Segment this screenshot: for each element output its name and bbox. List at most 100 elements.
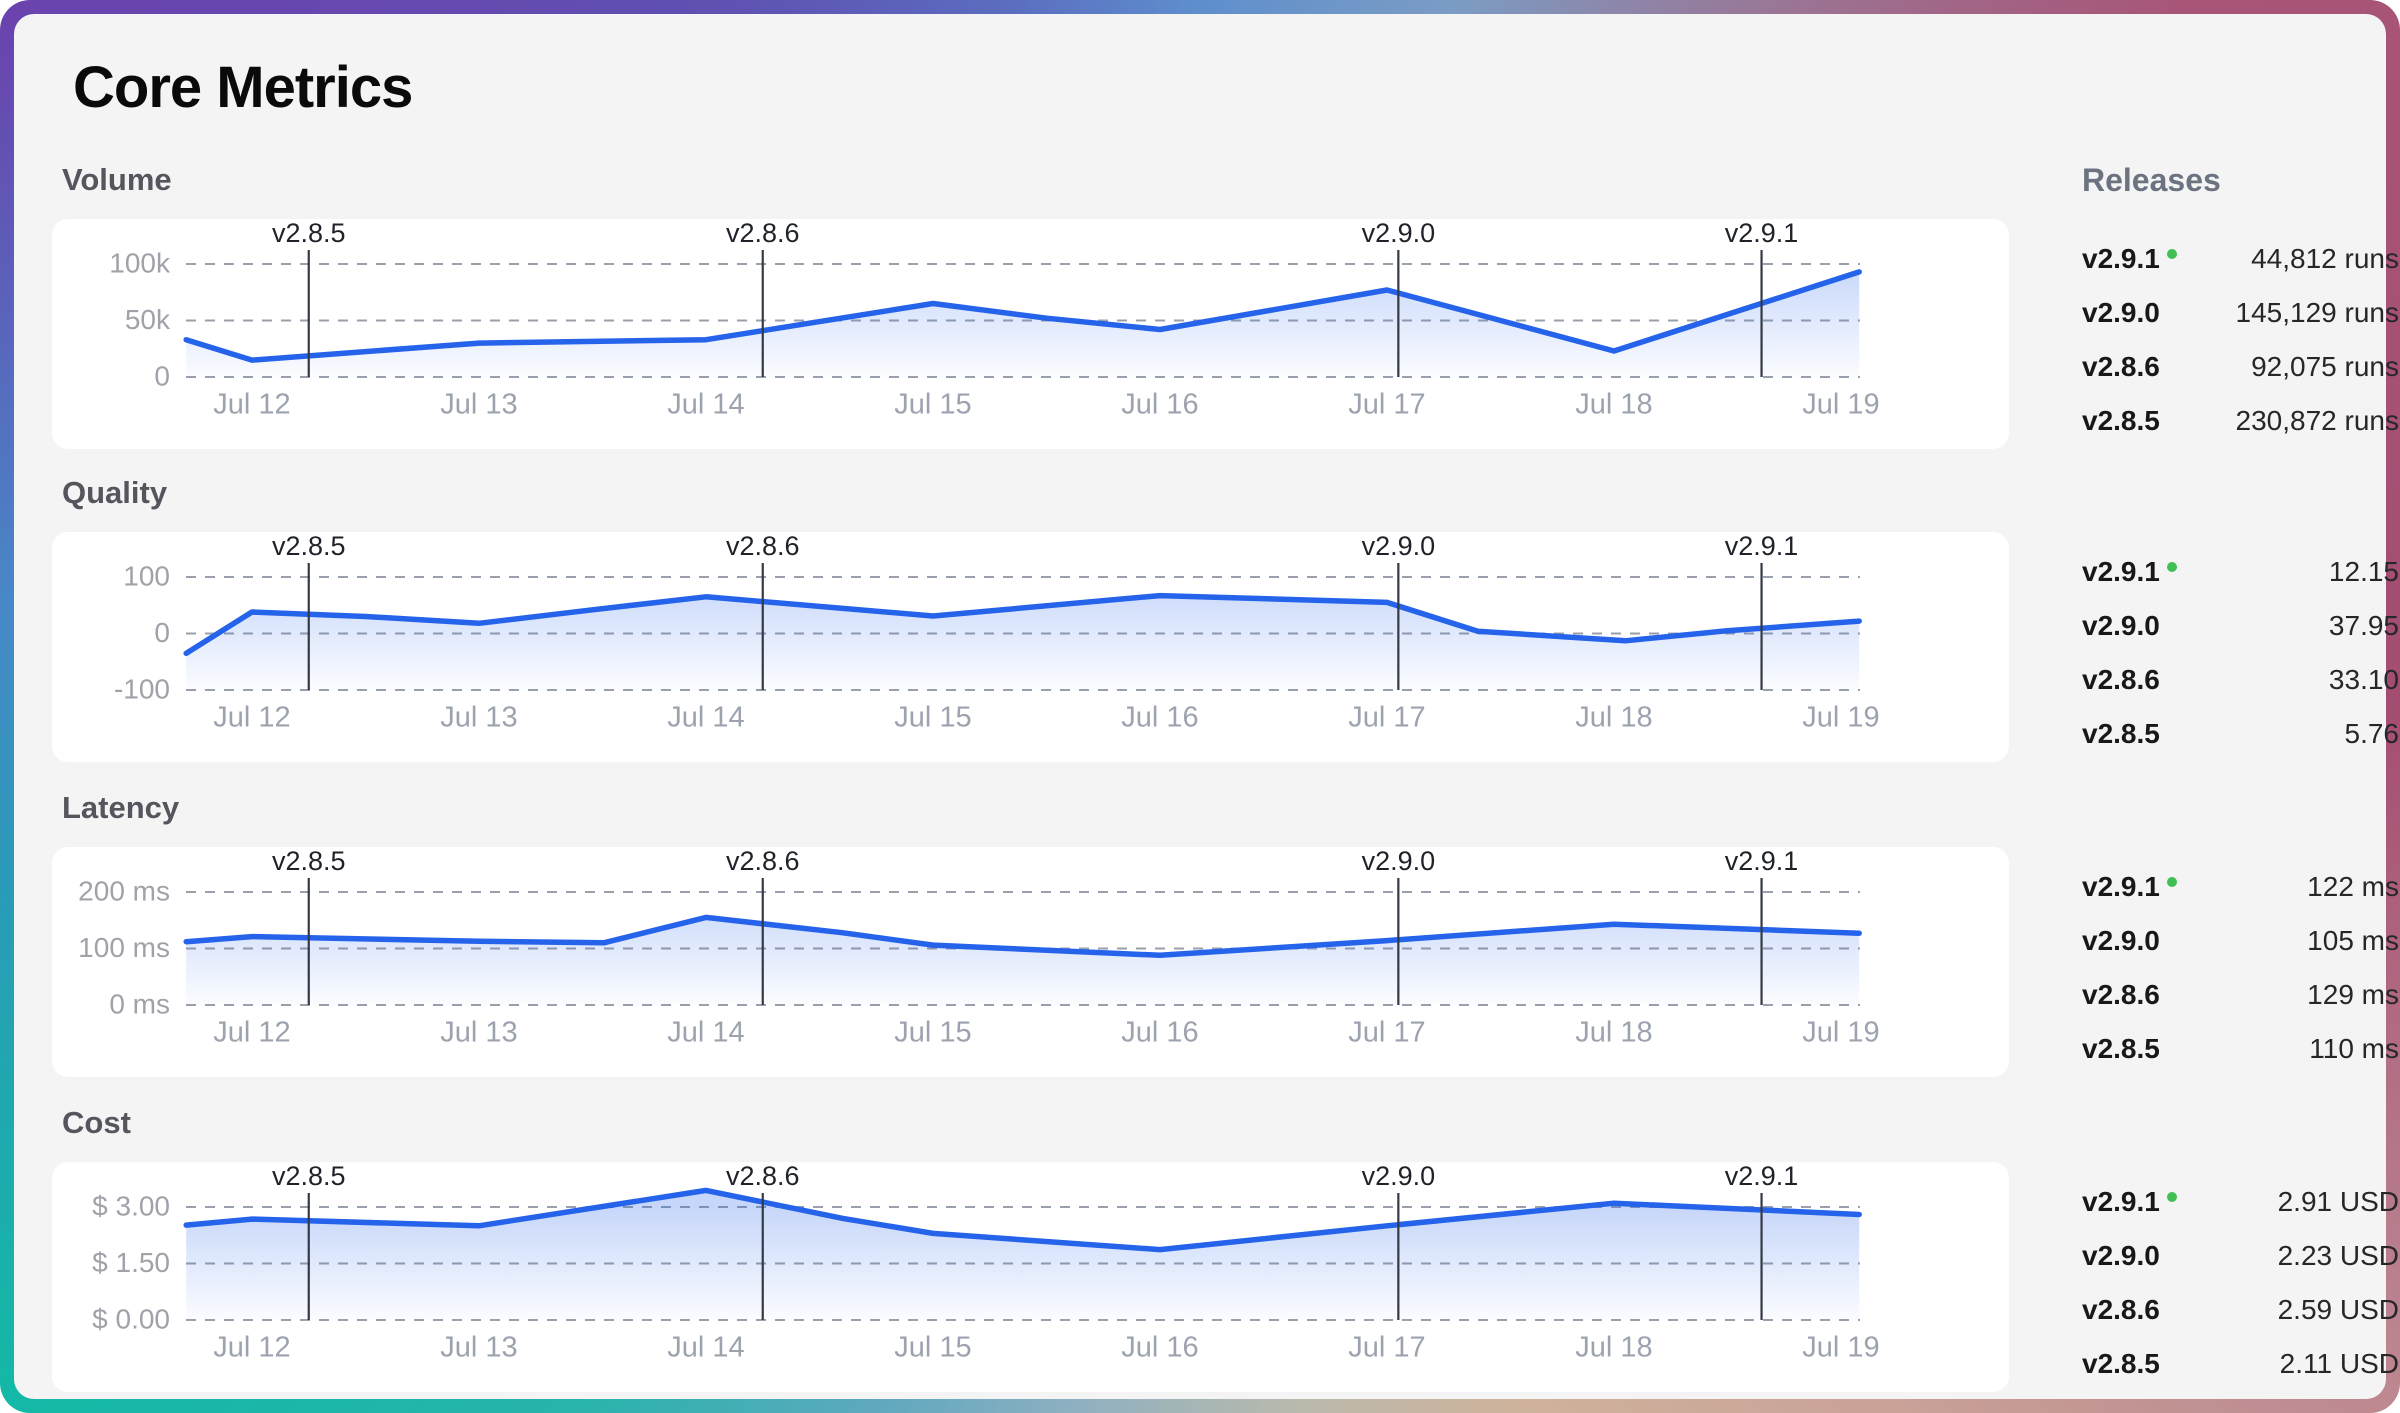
cost-chart-card: $ 0.00$ 1.50$ 3.00Jul 12Jul 13Jul 14Jul …	[52, 1162, 2009, 1392]
release-row-v2.8.6[interactable]: v2.8.6 129 ms	[2082, 968, 2399, 1022]
volume-area-fill	[186, 272, 1859, 377]
release-value: 2.91 USD	[2278, 1186, 2399, 1218]
release-version: v2.9.0	[2082, 925, 2160, 957]
release-version: v2.9.1	[2082, 556, 2177, 588]
release-value: 44,812 runs	[2251, 243, 2399, 275]
x-tick-label: Jul 16	[1121, 702, 1198, 734]
release-version: v2.9.0	[2082, 1240, 2160, 1272]
release-row-v2.9.1[interactable]: v2.9.1 44,812 runs	[2082, 232, 2399, 286]
release-version: v2.9.0	[2082, 297, 2160, 329]
x-tick-label: Jul 12	[213, 389, 290, 421]
gradient-frame: Core Metrics Releases Volume050k100kJul …	[0, 0, 2400, 1413]
release-marker-label: v2.9.1	[1725, 847, 1799, 876]
x-tick-label: Jul 13	[440, 389, 517, 421]
release-value: 12.15	[2329, 556, 2399, 588]
release-value: 37.95	[2329, 610, 2399, 642]
x-tick-label: Jul 12	[213, 702, 290, 734]
release-marker-label: v2.9.1	[1725, 532, 1799, 561]
release-version: v2.9.1	[2082, 243, 2177, 275]
release-row-v2.8.5[interactable]: v2.8.5 5.76	[2082, 707, 2399, 761]
x-tick-label: Jul 17	[1348, 1017, 1425, 1049]
x-tick-label: Jul 19	[1802, 1017, 1879, 1049]
release-row-v2.8.6[interactable]: v2.8.633.10	[2082, 653, 2399, 707]
volume-chart[interactable]: 050k100kJul 12Jul 13Jul 14Jul 15Jul 16Ju…	[52, 219, 2009, 449]
section-label-volume: Volume	[62, 162, 462, 202]
x-tick-label: Jul 15	[894, 1017, 971, 1049]
release-version: v2.8.6	[2082, 979, 2160, 1011]
release-marker-label: v2.8.5	[272, 847, 346, 876]
cost-release-stats: v2.9.12.91 USDv2.9.02.23 USD v2.8.6 2.59 U…	[2082, 1175, 2399, 1391]
y-tick-label: 100	[123, 560, 170, 591]
release-row-v2.8.6[interactable]: v2.8.6 2.59 USD	[2082, 1283, 2399, 1337]
releases-heading: Releases	[2082, 162, 2221, 199]
release-value: 2.11 USD	[2280, 1348, 2399, 1380]
x-tick-label: Jul 14	[667, 1332, 744, 1364]
y-tick-label: -100	[114, 673, 170, 704]
y-tick-label: 0	[154, 617, 170, 648]
y-tick-label: 100k	[109, 247, 171, 278]
release-marker-label: v2.8.5	[272, 532, 346, 561]
latest-release-dot-icon	[2167, 1192, 2177, 1202]
latest-release-dot-icon	[2167, 562, 2177, 572]
release-version: v2.8.5	[2082, 718, 2160, 750]
x-tick-label: Jul 12	[213, 1017, 290, 1049]
release-value: 92,075 runs	[2251, 351, 2399, 383]
y-tick-label: 50k	[125, 304, 171, 335]
y-tick-label: $ 3.00	[92, 1190, 170, 1221]
x-tick-label: Jul 18	[1575, 1017, 1652, 1049]
release-marker-label: v2.8.6	[726, 219, 800, 248]
x-tick-label: Jul 13	[440, 1332, 517, 1364]
x-tick-label: Jul 13	[440, 702, 517, 734]
release-row-v2.9.0[interactable]: v2.9.0145,129 runs	[2082, 286, 2399, 340]
latency-release-stats: v2.9.1122 msv2.9.0105 msv2.8.6129 msv2.8…	[2082, 860, 2399, 1076]
volume-chart-card: 050k100kJul 12Jul 13Jul 14Jul 15Jul 16Ju…	[52, 219, 2009, 449]
x-tick-label: Jul 15	[894, 1332, 971, 1364]
quality-chart[interactable]: -1000100Jul 12Jul 13Jul 14Jul 15Jul 16Ju…	[52, 532, 2009, 762]
release-version: v2.8.5	[2082, 1348, 2160, 1380]
release-row-v2.8.5[interactable]: v2.8.5 230,872 runs	[2082, 394, 2399, 448]
x-tick-label: Jul 18	[1575, 702, 1652, 734]
cost-area-fill	[186, 1190, 1859, 1320]
x-tick-label: Jul 12	[213, 1332, 290, 1364]
release-value: 2.59 USD	[2278, 1294, 2399, 1326]
release-row-v2.9.1[interactable]: v2.9.12.91 USD	[2082, 1175, 2399, 1229]
release-row-v2.9.0[interactable]: v2.9.0 105 ms	[2082, 914, 2399, 968]
release-value: 230,872 runs	[2236, 405, 2399, 437]
y-tick-label: 0 ms	[109, 988, 170, 1019]
release-marker-label: v2.8.5	[272, 219, 346, 248]
latest-release-dot-icon	[2167, 877, 2177, 887]
y-tick-label: $ 1.50	[92, 1247, 170, 1278]
release-version: v2.8.6	[2082, 351, 2160, 383]
x-tick-label: Jul 19	[1802, 389, 1879, 421]
y-tick-label: 200 ms	[78, 875, 170, 906]
y-tick-label: 0	[154, 360, 170, 391]
cost-chart[interactable]: $ 0.00$ 1.50$ 3.00Jul 12Jul 13Jul 14Jul …	[52, 1162, 2009, 1392]
release-value: 129 ms	[2307, 979, 2399, 1011]
release-value: 122 ms	[2307, 871, 2399, 903]
release-marker-label: v2.8.5	[272, 1162, 346, 1191]
latency-chart[interactable]: 0 ms100 ms200 msJul 12Jul 13Jul 14Jul 15…	[52, 847, 2009, 1077]
x-tick-label: Jul 19	[1802, 702, 1879, 734]
release-row-v2.9.0[interactable]: v2.9.02.23 USD	[2082, 1229, 2399, 1283]
release-version: v2.8.6	[2082, 1294, 2160, 1326]
release-value: 105 ms	[2307, 925, 2399, 957]
section-label-cost: Cost	[62, 1105, 462, 1145]
release-marker-label: v2.9.0	[1362, 532, 1436, 561]
release-version: v2.8.5	[2082, 1033, 2160, 1065]
release-version: v2.8.5	[2082, 405, 2160, 437]
release-row-v2.8.5[interactable]: v2.8.5 2.11 USD	[2082, 1337, 2399, 1391]
release-marker-label: v2.9.1	[1725, 219, 1799, 248]
release-value: 5.76	[2345, 718, 2400, 750]
x-tick-label: Jul 14	[667, 1017, 744, 1049]
release-row-v2.8.5[interactable]: v2.8.5110 ms	[2082, 1022, 2399, 1076]
release-row-v2.9.0[interactable]: v2.9.037.95	[2082, 599, 2399, 653]
x-tick-label: Jul 13	[440, 1017, 517, 1049]
release-row-v2.8.6[interactable]: v2.8.6 92,075 runs	[2082, 340, 2399, 394]
release-marker-label: v2.8.6	[726, 847, 800, 876]
release-marker-label: v2.9.0	[1362, 219, 1436, 248]
section-label-quality: Quality	[62, 475, 462, 515]
latest-release-dot-icon	[2167, 249, 2177, 259]
release-row-v2.9.1[interactable]: v2.9.1122 ms	[2082, 860, 2399, 914]
x-tick-label: Jul 16	[1121, 389, 1198, 421]
release-row-v2.9.1[interactable]: v2.9.1 12.15	[2082, 545, 2399, 599]
